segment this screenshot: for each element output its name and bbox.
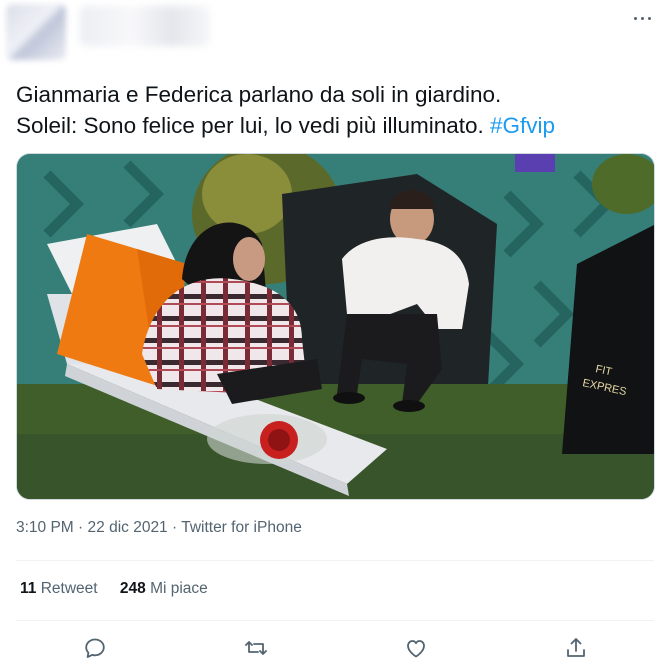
like-icon [407,640,425,658]
like-button[interactable] [400,632,432,664]
reply-icon [85,638,105,658]
share-button[interactable] [560,632,592,664]
share-icon [567,638,585,657]
author-name-blurred[interactable] [80,6,210,46]
retweet-count: 11 [20,580,37,597]
tweet-date-link[interactable]: 22 dic 2021 [88,519,168,536]
retweet-button[interactable] [240,632,272,664]
like-label: Mi piace [150,580,208,597]
action-bar [0,630,670,664]
avatar[interactable] [6,4,66,60]
tweet-stats: 11 Retweet 248 Mi piace [20,580,226,598]
like-stat[interactable]: 248 Mi piace [120,580,208,597]
tweet-line-2-text: Soleil: Sono felice per lui, lo vedi più… [16,113,484,138]
hashtag-link[interactable]: #Gfvip [490,113,555,138]
meta-separator: · [78,519,84,536]
more-icon[interactable] [632,12,654,26]
meta-separator-2: · [172,519,178,536]
divider-top [16,560,654,561]
like-count: 248 [119,580,146,597]
tweet-time-link[interactable]: 3:10 PM [16,519,74,536]
tweet-header [0,0,670,62]
tweet-photo[interactable]: FIT EXPRES [16,153,655,500]
tweet-line-1: Gianmaria e Federica parlano da soli in … [16,82,502,107]
photo-scene: FIT EXPRES [17,154,654,499]
divider-bottom [16,620,654,621]
retweet-label: Retweet [40,580,98,597]
tweet-source-link[interactable]: Twitter for iPhone [181,519,302,536]
tweet-line-2: Soleil: Sono felice per lui, lo vedi più… [16,110,656,141]
tweet-text: Gianmaria e Federica parlano da soli in … [16,79,656,141]
reply-button[interactable] [79,632,111,664]
tweet-meta: 3:10 PM · 22 dic 2021 · Twitter for iPho… [16,519,302,537]
retweet-stat[interactable]: 11 Retweet [20,580,98,597]
retweet-icon [245,641,267,655]
